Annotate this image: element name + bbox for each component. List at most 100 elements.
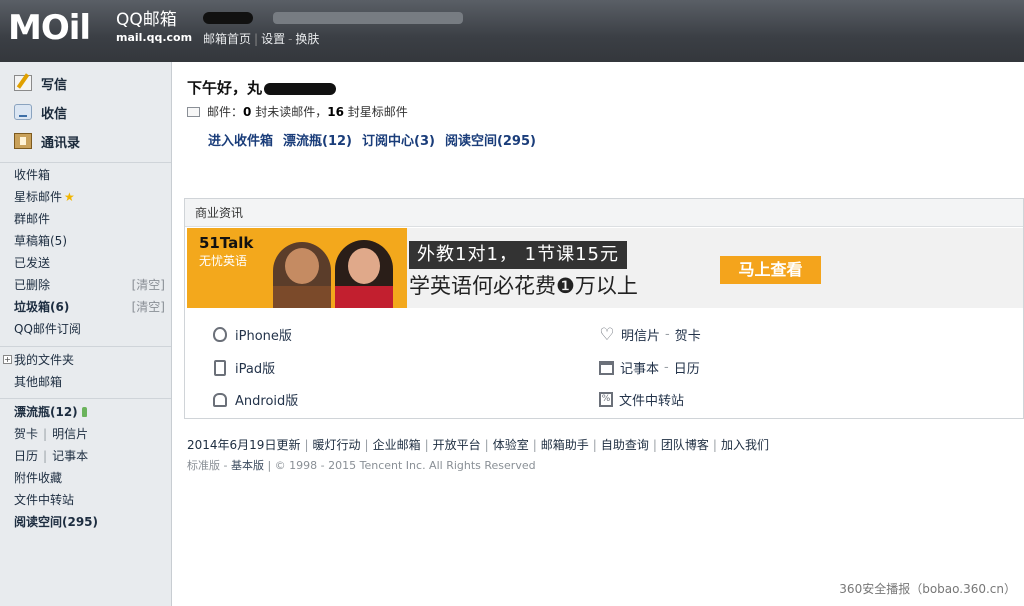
sidebar-divider (0, 162, 171, 163)
banner-photo: 51Talk 无忧英语 (187, 228, 407, 308)
banner-subheadline: 学英语何必花费❶万以上 (409, 274, 638, 298)
banner-brand-sub: 无忧英语 (199, 254, 248, 268)
calendar-link[interactable]: 日历 (14, 449, 38, 463)
ad-banner[interactable]: 51Talk 无忧英语 外教1对1， 1节课15元 学英语何必花费❶万以上 马上… (187, 228, 1023, 308)
mail-summary: 邮件： 0 封未读邮件， 16 封星标邮件 (187, 103, 408, 120)
sidebar-item-other-mailboxes[interactable]: 其他邮箱 (14, 374, 62, 390)
sidebar-item-spam[interactable]: 垃圾箱(6) (14, 299, 69, 315)
separator: | (43, 427, 48, 441)
sidebar-item-sent[interactable]: 已发送 (14, 255, 50, 271)
iphone-app-link[interactable]: iPhone版 (211, 325, 292, 344)
sidebar-item-inbox[interactable]: 收件箱 (14, 167, 50, 183)
brand-domain: mail.qq.com (116, 31, 193, 44)
empty-spam-link[interactable]: [清空] (132, 299, 165, 315)
transfer-service[interactable]: % 文件中转站 (599, 390, 684, 409)
notebook-link[interactable]: 记事本 (52, 449, 88, 463)
star-icon: ★ (64, 190, 75, 204)
receive-button[interactable]: 收信 (14, 101, 67, 123)
join-us-link[interactable]: 加入我们 (721, 438, 769, 452)
unread-text: 封未读邮件， (255, 105, 328, 119)
greeting-text: 下午好，丸 (187, 79, 263, 97)
mail-logo[interactable]: MOil (8, 8, 91, 48)
redacted-name-mask (264, 82, 337, 95)
android-app-link[interactable]: Android版 (211, 390, 298, 409)
standard-version-link[interactable]: 标准版 (187, 459, 220, 472)
separator: - (665, 327, 670, 342)
bottle-icon (81, 407, 87, 417)
ipad-app-link[interactable]: iPad版 (211, 358, 275, 377)
reading-space-link[interactable]: 阅读空间(295) (445, 130, 536, 149)
self-service-link[interactable]: 自助查询 (601, 438, 649, 452)
postcard-link[interactable]: 明信片 (621, 325, 660, 344)
separator: | (364, 438, 369, 452)
greeting-card-link[interactable]: 贺卡 (675, 325, 701, 344)
calendar-link[interactable]: 日历 (674, 358, 700, 377)
separator: | (484, 438, 489, 452)
sidebar-item-calendar: 日历 | 记事本 (14, 448, 88, 464)
sidebar-item-transfer[interactable]: 文件中转站 (14, 492, 74, 508)
open-platform-link[interactable]: 开放平台 (433, 438, 481, 452)
apple-icon (213, 327, 227, 342)
notebook-service: 记事本 - 日历 (599, 358, 700, 377)
person-image (273, 242, 331, 308)
mail-assistant-link[interactable]: 邮箱助手 (541, 438, 589, 452)
skin-link[interactable]: 换肤 (295, 32, 319, 46)
starred-text: 封星标邮件 (347, 105, 408, 119)
sidebar-item-attachments[interactable]: 附件收藏 (14, 470, 62, 486)
watermark: 360安全播报（bobao.360.cn） (839, 582, 1016, 596)
bottle-label: 漂流瓶(12) (14, 405, 78, 419)
banner-cta-button[interactable]: 马上查看 (720, 256, 821, 284)
sidebar-item-group[interactable]: 群邮件 (14, 211, 50, 227)
sidebar-item-drafts[interactable]: 草稿箱(5) (14, 233, 67, 249)
transfer-link: 文件中转站 (619, 394, 685, 409)
settings-link[interactable]: 设置 (261, 32, 285, 46)
expand-folders-icon[interactable]: + (3, 355, 12, 364)
card-link[interactable]: 贺卡 (14, 427, 38, 441)
inbox-icon (14, 104, 32, 120)
subscription-center-link[interactable]: 订阅中心(3) (362, 130, 435, 149)
sidebar-item-starred[interactable]: 星标邮件 ★ (14, 189, 75, 205)
contacts-button[interactable]: 通讯录 (14, 130, 80, 152)
calendar-icon (599, 360, 614, 375)
starred-count[interactable]: 16 (327, 105, 344, 119)
envelope-icon (187, 106, 200, 117)
compose-button[interactable]: 写信 (14, 72, 67, 94)
separator: | (712, 438, 717, 452)
iphone-label: iPhone版 (235, 329, 292, 344)
header-links: 邮箱首页 | 设置 - 换肤 (203, 30, 319, 47)
warm-light-link[interactable]: 暖灯行动 (313, 438, 361, 452)
separator: | (592, 438, 597, 452)
redacted-email-mask (273, 12, 463, 24)
postcard-link[interactable]: 明信片 (52, 427, 88, 441)
separator: | (254, 32, 259, 46)
quick-links: 进入收件箱 漂流瓶(12) 订阅中心(3) 阅读空间(295) (208, 130, 536, 149)
file-transfer-icon: % (599, 392, 613, 407)
contacts-icon (14, 133, 32, 149)
contacts-label: 通讯录 (41, 135, 81, 151)
team-blog-link[interactable]: 团队博客 (661, 438, 709, 452)
copyright-line: 标准版 - 基本版 | © 1998 - 2015 Tencent Inc. A… (187, 459, 536, 472)
bottle-link[interactable]: 漂流瓶(12) (283, 130, 352, 149)
lab-link[interactable]: 体验室 (493, 438, 529, 452)
business-info-panel: 商业资讯 51Talk 无忧英语 外教1对1， 1节课15元 学英语何必花费❶万… (184, 198, 1024, 419)
sidebar-item-deleted[interactable]: 已删除 (14, 277, 50, 293)
sidebar-item-subscriptions[interactable]: QQ邮件订阅 (14, 321, 81, 337)
write-icon (14, 75, 32, 91)
home-link[interactable]: 邮箱首页 (203, 32, 251, 46)
sidebar-item-reading[interactable]: 阅读空间(295) (14, 514, 98, 530)
empty-deleted-link[interactable]: [清空] (132, 277, 165, 293)
user-account (203, 10, 463, 28)
ipad-icon (214, 359, 226, 376)
sidebar-item-my-folders[interactable]: 我的文件夹 (14, 352, 74, 368)
sidebar-item-cards: 贺卡 | 明信片 (14, 426, 88, 442)
sidebar-item-bottle[interactable]: 漂流瓶(12) (14, 404, 87, 420)
banner-brand: 51Talk (199, 234, 254, 252)
go-inbox-link[interactable]: 进入收件箱 (208, 130, 273, 149)
enterprise-mail-link[interactable]: 企业邮箱 (373, 438, 421, 452)
summary-label: 邮件： (207, 105, 244, 119)
unread-count[interactable]: 0 (243, 105, 251, 119)
notebook-link[interactable]: 记事本 (620, 358, 659, 377)
basic-version-link[interactable]: 基本版 (231, 459, 264, 472)
compose-label: 写信 (41, 77, 68, 93)
update-date-link[interactable]: 2014年6月19日更新 (187, 438, 300, 452)
